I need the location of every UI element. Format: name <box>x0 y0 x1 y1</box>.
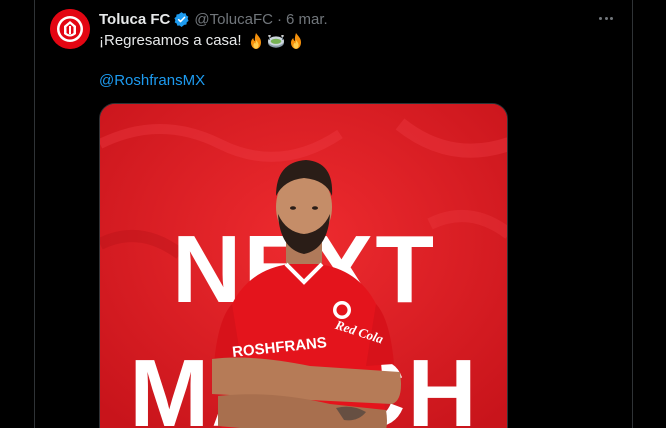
tweet-header: Toluca FC @TolucaFC · 6 mar. <box>99 9 328 29</box>
more-options-icon[interactable] <box>595 8 617 28</box>
timestamp[interactable]: 6 mar. <box>286 11 328 28</box>
tweet-media-image[interactable]: NEXT MATCH <box>99 103 508 428</box>
avatar[interactable] <box>50 9 90 49</box>
tweet[interactable]: Toluca FC @TolucaFC · 6 mar. ¡Regresamos… <box>35 0 632 428</box>
tweet-text: ¡Regresamos a casa! <box>99 31 305 51</box>
tweet-text-content: ¡Regresamos a casa! <box>99 32 242 49</box>
display-name[interactable]: Toluca FC <box>99 11 170 28</box>
fire-icon <box>247 32 265 50</box>
verified-badge-icon <box>173 11 190 28</box>
separator-dot: · <box>276 10 282 28</box>
column-border-right <box>632 0 633 428</box>
timeline: Toluca FC @TolucaFC · 6 mar. ¡Regresamos… <box>0 0 666 428</box>
mention-link[interactable]: @RoshfransMX <box>99 71 205 91</box>
handle[interactable]: @TolucaFC <box>194 11 273 28</box>
stadium-icon <box>267 32 285 50</box>
fire-icon <box>287 32 305 50</box>
